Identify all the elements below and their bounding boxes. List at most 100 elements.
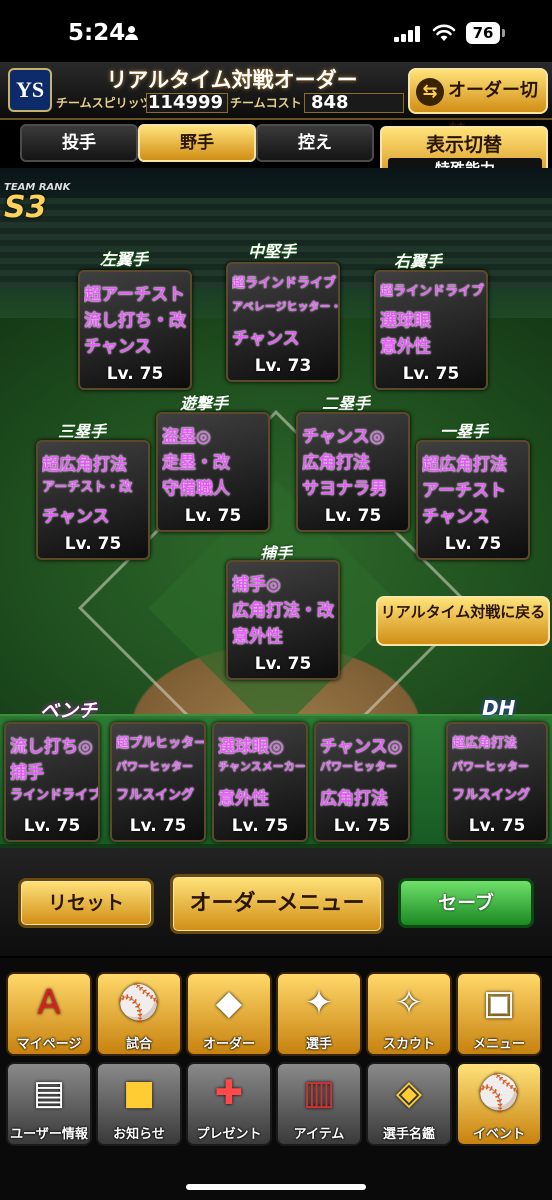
ability-3: サヨナラ男 xyxy=(302,479,387,499)
user-info-icon: ▤ xyxy=(32,1073,66,1113)
player-level: Lv. 75 xyxy=(468,816,526,836)
page-title: リアルタイム対戦オーダー xyxy=(106,68,358,92)
player-level: Lv. 75 xyxy=(254,654,312,674)
nav-news[interactable]: ■ お知らせ xyxy=(96,1062,182,1146)
nav-user-info[interactable]: ▤ ユーザー情報 xyxy=(6,1062,92,1146)
players-icon: ✦ xyxy=(304,983,334,1023)
ability-3: ラインドライブ xyxy=(10,788,100,803)
save-button[interactable]: セーブ xyxy=(398,878,534,928)
ability-3: チャンス xyxy=(422,507,490,527)
nav-order[interactable]: ◆ オーダー xyxy=(186,972,272,1056)
nav-player-directory[interactable]: ◈ 選手名鑑 xyxy=(366,1062,452,1146)
player-level: Lv. 75 xyxy=(106,364,164,384)
ability-2: パワーヒッター xyxy=(116,760,193,773)
bench-card-4[interactable]: チャンス◎ パワーヒッター 広角打法 Lv. 75 xyxy=(314,722,410,842)
return-to-realtime-button[interactable]: リアルタイム対戦に戻る xyxy=(376,596,550,646)
status-time: 5:24 xyxy=(68,20,126,46)
swap-icon: ⇆ xyxy=(416,78,444,106)
bench-card-3[interactable]: 選球眼◎ チャンスメーカー・改 意外性 Lv. 75 xyxy=(212,722,308,842)
player-card-short[interactable]: 盗塁◎ 走塁・改 守備職人 Lv. 75 xyxy=(156,412,270,532)
battery-indicator: 76 xyxy=(466,22,505,44)
team-logo: YS xyxy=(8,68,52,112)
nav-label: スカウト xyxy=(382,1037,435,1052)
player-card-right[interactable]: 超ラインドライブ 選球眼 意外性 Lv. 75 xyxy=(374,270,488,390)
team-spirits-label: チームスピリッツ xyxy=(56,96,152,110)
action-bar: リセット オーダーメニュー セーブ xyxy=(0,848,552,956)
player-level: Lv. 75 xyxy=(64,534,122,554)
ability-3: 意外性 xyxy=(380,337,431,357)
nav-event[interactable]: ⚾ イベント xyxy=(456,1062,542,1146)
dh-card[interactable]: 超広角打法 パワーヒッター フルスイング Lv. 75 xyxy=(446,722,548,842)
ability-3: チャンス xyxy=(84,337,152,357)
tab-pitchers[interactable]: 投手 xyxy=(20,124,138,162)
ability-2: アーチスト・改 xyxy=(42,480,133,495)
player-level: Lv. 75 xyxy=(129,816,187,836)
position-label-center: 中堅手 xyxy=(248,242,297,261)
menu-icon: ▣ xyxy=(482,983,516,1023)
player-card-first[interactable]: 超広角打法 アーチスト チャンス Lv. 75 xyxy=(416,440,530,560)
nav-game[interactable]: ⚾ 試合 xyxy=(96,972,182,1056)
player-level: Lv. 75 xyxy=(324,506,382,526)
order-menu-button[interactable]: オーダーメニュー xyxy=(170,874,384,934)
bottom-navigation: A マイページ ⚾ 試合 ◆ オーダー ✦ 選手 ✧ スカウト ▣ メニュー ▤… xyxy=(0,958,552,1200)
nav-label: プレゼント xyxy=(196,1127,262,1142)
team-cost-label: チームコスト xyxy=(230,96,302,110)
ability-2: 選球眼 xyxy=(380,311,431,331)
ability-3: フルスイング xyxy=(452,788,531,803)
player-card-third[interactable]: 超広角打法 アーチスト・改 チャンス Lv. 75 xyxy=(36,440,150,560)
nav-menu[interactable]: ▣ メニュー xyxy=(456,972,542,1056)
nav-label: 試合 xyxy=(125,1037,152,1052)
nav-present[interactable]: ✚ プレゼント xyxy=(186,1062,272,1146)
ability-3: フルスイング xyxy=(116,788,195,803)
player-card-center[interactable]: 超ラインドライブ アベレージヒッター・改 チャンス Lv. 73 xyxy=(226,262,340,382)
position-label-right: 右翼手 xyxy=(394,252,443,271)
bench-card-2[interactable]: 超プルヒッター パワーヒッター フルスイング Lv. 75 xyxy=(110,722,206,842)
tab-fielders[interactable]: 野手 xyxy=(138,124,256,162)
nav-players[interactable]: ✦ 選手 xyxy=(276,972,362,1056)
ability-2: 広角打法・改 xyxy=(232,601,334,621)
ability-1: 超ラインドライブ xyxy=(232,276,337,291)
ability-2: 走塁・改 xyxy=(162,453,230,473)
player-level: Lv. 75 xyxy=(444,534,502,554)
ability-2: パワーヒッター xyxy=(452,760,529,773)
ability-1: チャンス◎ xyxy=(302,427,385,447)
ability-3: 広角打法 xyxy=(320,789,388,809)
scout-icon: ✧ xyxy=(394,983,424,1023)
nav-items[interactable]: ▥ アイテム xyxy=(276,1062,362,1146)
ability-1: 捕手◎ xyxy=(232,575,281,595)
player-level: Lv. 73 xyxy=(254,356,312,376)
bench-card-1[interactable]: 流し打ち◎ 捕手 ラインドライブ Lv. 75 xyxy=(4,722,100,842)
player-level: Lv. 75 xyxy=(231,816,289,836)
person-icon xyxy=(125,26,138,40)
ability-1: チャンス◎ xyxy=(320,737,403,757)
ability-1: 超プルヒッター xyxy=(116,736,206,751)
player-card-catcher[interactable]: 捕手◎ 広角打法・改 意外性 Lv. 75 xyxy=(226,560,340,680)
nav-label: 選手名鑑 xyxy=(382,1127,435,1142)
ability-2: アベレージヒッター・改 xyxy=(232,300,338,313)
ability-1: 盗塁◎ xyxy=(162,427,211,447)
order-switch-button[interactable]: ⇆ オーダー切替 xyxy=(408,68,548,143)
nav-label: 選手 xyxy=(305,1037,332,1052)
ability-3: 意外性 xyxy=(218,789,269,809)
reset-button[interactable]: リセット xyxy=(18,878,154,928)
home-indicator[interactable] xyxy=(186,1184,366,1190)
nav-label: お知らせ xyxy=(113,1127,165,1142)
nav-label: アイテム xyxy=(293,1127,345,1142)
nav-label: イベント xyxy=(472,1127,525,1142)
nav-mypage[interactable]: A マイページ xyxy=(6,972,92,1056)
ability-1: 選球眼◎ xyxy=(218,737,284,757)
nav-label: オーダー xyxy=(202,1037,255,1052)
ability-3: 守備職人 xyxy=(162,479,230,499)
ability-3: チャンス xyxy=(232,329,300,349)
player-level: Lv. 75 xyxy=(402,364,460,384)
team-rank: TEAM RANK S3 xyxy=(4,182,70,223)
player-card-second[interactable]: チャンス◎ 広角打法 サヨナラ男 Lv. 75 xyxy=(296,412,410,532)
tab-reserves[interactable]: 控え xyxy=(256,124,374,162)
nav-label: マイページ xyxy=(16,1037,82,1052)
player-card-left[interactable]: 超アーチスト 流し打ち・改 チャンス Lv. 75 xyxy=(78,270,192,390)
nav-scout[interactable]: ✧ スカウト xyxy=(366,972,452,1056)
ability-2: 広角打法 xyxy=(302,453,370,473)
nav-row-primary: A マイページ ⚾ 試合 ◆ オーダー ✦ 選手 ✧ スカウト ▣ メニュー xyxy=(0,972,552,1064)
nav-row-secondary: ▤ ユーザー情報 ■ お知らせ ✚ プレゼント ▥ アイテム ◈ 選手名鑑 ⚾ … xyxy=(0,1062,552,1154)
position-label-third: 三塁手 xyxy=(58,422,107,441)
